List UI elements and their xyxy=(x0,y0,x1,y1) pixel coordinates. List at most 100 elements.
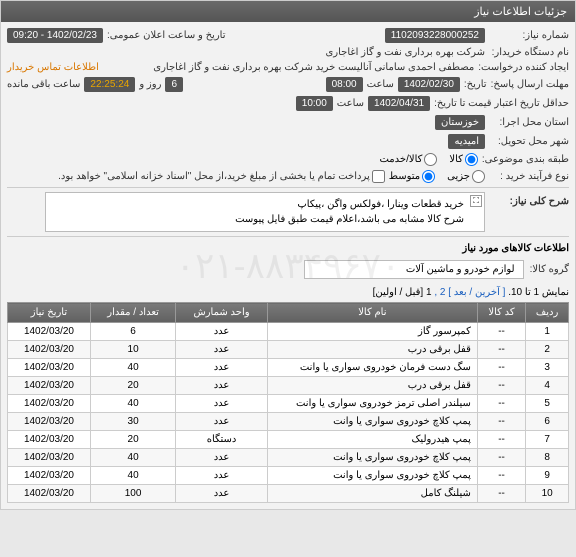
row-deadline: مهلت ارسال پاسخ: تاریخ: 1402/02/30 ساعت … xyxy=(7,77,569,92)
form-area: شماره نیاز: 1102093228000252 تاریخ و ساع… xyxy=(1,22,575,509)
pagination-pages[interactable]: 2 , xyxy=(434,287,445,298)
deadline-time-value: 08:00 xyxy=(326,77,363,92)
row-subject-class: طبقه بندی موضوعی: کالا کالا/خدمت xyxy=(7,153,569,166)
cell-date: 1402/03/20 xyxy=(8,467,91,485)
radio-small-input[interactable] xyxy=(472,170,485,183)
cell-code: -- xyxy=(477,467,525,485)
cell-qty: 40 xyxy=(90,467,175,485)
radio-medium-label: متوسط xyxy=(389,171,420,182)
cell-date: 1402/03/20 xyxy=(8,359,91,377)
row-group: گروه کالا: لوازم خودرو و ماشین آلات xyxy=(7,256,569,283)
row-need-number: شماره نیاز: 1102093228000252 تاریخ و ساع… xyxy=(7,28,569,43)
pagination-last[interactable]: [ آخرین xyxy=(475,287,505,298)
request-creator-value: مصطفی احمدی سامانی آنالیست خرید شرکت بهر… xyxy=(153,62,474,73)
cell-idx: 8 xyxy=(526,449,569,467)
cell-name: پمپ کلاچ خودروی سواری یا وانت xyxy=(267,413,477,431)
expand-icon[interactable]: ⛶ xyxy=(470,195,482,207)
deadline-time-label: ساعت xyxy=(367,79,394,90)
cell-code: -- xyxy=(477,341,525,359)
table-row[interactable]: 3--سگ دست فرمان خودروی سواری یا وانتعدد4… xyxy=(8,359,569,377)
table-row[interactable]: 9--پمپ کلاچ خودروی سواری یا وانتعدد40140… xyxy=(8,467,569,485)
cell-unit: عدد xyxy=(176,485,268,503)
cell-idx: 10 xyxy=(526,485,569,503)
cell-name: پمپ کلاچ خودروی سواری یا وانت xyxy=(267,467,477,485)
cell-qty: 40 xyxy=(90,395,175,413)
cell-qty: 40 xyxy=(90,359,175,377)
table-header-row: ردیف کد کالا نام کالا واحد شمارش تعداد /… xyxy=(8,303,569,323)
cell-qty: 20 xyxy=(90,377,175,395)
table-row[interactable]: 8--پمپ کلاچ خودروی سواری یا وانتعدد40140… xyxy=(8,449,569,467)
description-line1: خرید قطعات وینارا ،فولکس واگن ،پیکاپ xyxy=(50,197,464,212)
pagination-text: نمایش 1 تا 10. xyxy=(508,287,569,298)
pagination-next[interactable]: / بعد ] xyxy=(448,287,472,298)
purchase-note-checkbox[interactable] xyxy=(372,170,385,183)
exec-city-label: شهر محل تحویل: xyxy=(489,136,569,147)
deadline-date-label: تاریخ: xyxy=(464,79,487,90)
deadline-day-label: روز و xyxy=(139,79,161,90)
announce-label: تاریخ و ساعت اعلان عمومی: xyxy=(107,30,226,41)
cell-name: سگ دست فرمان خودروی سواری یا وانت xyxy=(267,359,477,377)
cell-date: 1402/03/20 xyxy=(8,377,91,395)
table-body: 1--کمپرسور گازعدد61402/03/202--قفل برقی … xyxy=(8,323,569,503)
pagination-current: 1 xyxy=(426,287,432,298)
group-label: گروه کالا: xyxy=(530,264,569,275)
cell-qty: 20 xyxy=(90,431,175,449)
goods-table: ردیف کد کالا نام کالا واحد شمارش تعداد /… xyxy=(7,302,569,503)
cell-code: -- xyxy=(477,323,525,341)
th-row: ردیف xyxy=(526,303,569,323)
table-row[interactable]: 10--شیلنگ کاملعدد1001402/03/20 xyxy=(8,485,569,503)
cell-code: -- xyxy=(477,413,525,431)
th-name: نام کالا xyxy=(267,303,477,323)
divider-1 xyxy=(7,187,569,188)
divider-2 xyxy=(7,236,569,237)
exec-province-value: خوزستان xyxy=(435,115,485,130)
table-row[interactable]: 5--سیلندر اصلی ترمز خودروی سواری یا وانت… xyxy=(8,395,569,413)
cell-idx: 7 xyxy=(526,431,569,449)
cell-qty: 10 xyxy=(90,341,175,359)
cell-unit: عدد xyxy=(176,341,268,359)
purchase-note-check[interactable]: پرداخت تمام یا بخشی از مبلغ خرید،از محل … xyxy=(58,170,385,183)
deadline-label: مهلت ارسال پاسخ: xyxy=(491,79,569,90)
table-row[interactable]: 2--قفل برقی دربعدد101402/03/20 xyxy=(8,341,569,359)
need-number-value: 1102093228000252 xyxy=(385,28,485,43)
cell-name: کمپرسور گاز xyxy=(267,323,477,341)
radio-medium[interactable]: متوسط xyxy=(389,170,435,183)
cell-idx: 1 xyxy=(526,323,569,341)
radio-kala[interactable]: کالا xyxy=(449,153,478,166)
radio-small-label: جزیی xyxy=(447,171,470,182)
deadline-remain-value: 22:25:24 xyxy=(84,77,135,92)
cell-qty: 30 xyxy=(90,413,175,431)
row-valid-until: حداقل تاریخ اعتبار قیمت تا تاریخ: 1402/0… xyxy=(7,96,569,111)
cell-unit: عدد xyxy=(176,395,268,413)
cell-unit: عدد xyxy=(176,323,268,341)
content-wrapper: ۰۲۱-۸۸۳۴۹۶۷۰ شماره نیاز: 110209322800025… xyxy=(1,22,575,509)
cell-date: 1402/03/20 xyxy=(8,395,91,413)
table-row[interactable]: 1--کمپرسور گازعدد61402/03/20 xyxy=(8,323,569,341)
description-box[interactable]: ⛶ خرید قطعات وینارا ،فولکس واگن ،پیکاپ ش… xyxy=(45,192,485,232)
th-date: تاریخ نیاز xyxy=(8,303,91,323)
pagination-first: [قبل / اولین] xyxy=(373,287,424,298)
exec-province-label: استان محل اجرا: xyxy=(489,117,569,128)
radio-khadmat-input[interactable] xyxy=(424,153,437,166)
row-exec-city: شهر محل تحویل: امیدیه xyxy=(7,134,569,149)
radio-kala-label: کالا xyxy=(449,154,463,165)
row-description: شرح کلی نیاز: ⛶ خرید قطعات وینارا ،فولکس… xyxy=(7,192,569,232)
buyer-org-label: نام دستگاه خریدار: xyxy=(489,47,569,58)
table-row[interactable]: 6--پمپ کلاچ خودروی سواری یا وانتعدد30140… xyxy=(8,413,569,431)
cell-qty: 100 xyxy=(90,485,175,503)
table-row[interactable]: 7--پمپ هیدرولیکدستگاه201402/03/20 xyxy=(8,431,569,449)
radio-khadmat[interactable]: کالا/خدمت xyxy=(379,153,437,166)
exec-city-value: امیدیه xyxy=(448,134,485,149)
radio-medium-input[interactable] xyxy=(422,170,435,183)
table-row[interactable]: 4--قفل برقی دربعدد201402/03/20 xyxy=(8,377,569,395)
pagination: نمایش 1 تا 10. [ آخرین / بعد ] 2 , 1 [قب… xyxy=(7,287,569,298)
buyer-org-value: شرکت بهره برداری نفت و گاز اغاجاری xyxy=(325,47,485,58)
buyer-contact-link[interactable]: اطلاعات تماس خریدار xyxy=(7,62,99,73)
cell-date: 1402/03/20 xyxy=(8,431,91,449)
radio-small[interactable]: جزیی xyxy=(447,170,485,183)
row-request-creator: ایجاد کننده درخواست: مصطفی احمدی سامانی … xyxy=(7,62,569,73)
description-line2: شرح کالا مشابه می باشد،اعلام قیمت طبق فا… xyxy=(50,212,464,227)
cell-qty: 6 xyxy=(90,323,175,341)
radio-kala-input[interactable] xyxy=(465,153,478,166)
purchase-type-label: نوع فرآیند خرید : xyxy=(489,171,569,182)
